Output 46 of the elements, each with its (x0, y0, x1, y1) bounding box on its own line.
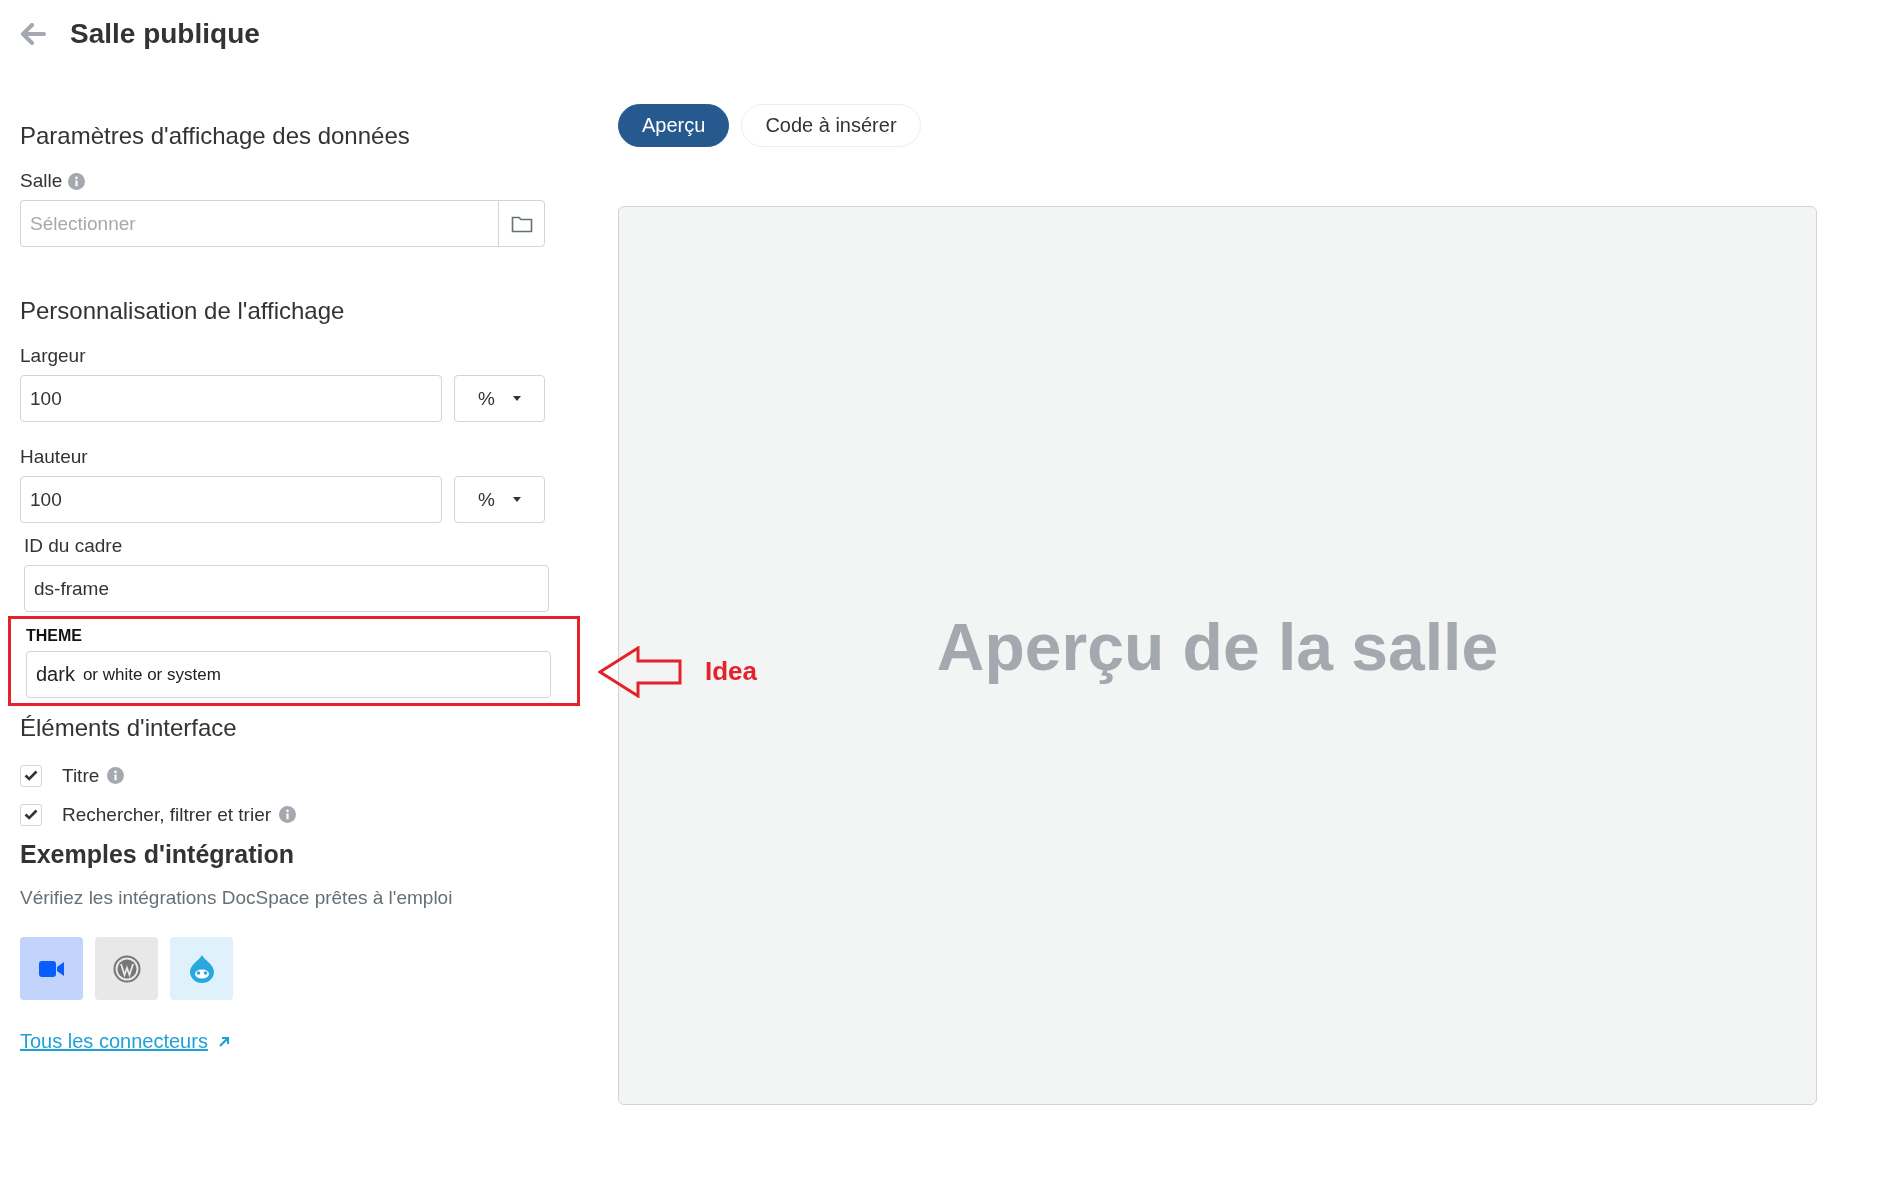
field-label: Largeur (20, 345, 87, 367)
size-input[interactable]: 100 (20, 476, 442, 523)
tab[interactable]: Aperçu (618, 104, 730, 147)
section-heading: Paramètres d'affichage des données (20, 122, 411, 150)
checkmark-icon (24, 809, 38, 820)
size-input[interactable]: 100 (20, 375, 442, 422)
field-label: Salle (20, 170, 63, 192)
section-heading: Personnalisation de l'affichage (20, 297, 346, 325)
external-link-icon (217, 1035, 230, 1048)
page-title: Salle publique (70, 18, 260, 50)
frame-id-input[interactable]: ds-frame (24, 565, 549, 612)
section-heading: Éléments d'interface (20, 714, 238, 742)
checkbox-label: Titre (62, 764, 100, 787)
theme-hint: or white or system (82, 664, 221, 685)
theme-input[interactable]: dark or white or system (26, 651, 551, 698)
field-label: ID du cadre (24, 535, 124, 557)
caret-icon (512, 396, 521, 401)
room-select-field[interactable]: Sélectionner (20, 200, 498, 247)
checkmark-icon (24, 770, 38, 781)
integration-tile[interactable] (20, 937, 83, 1000)
unit-dropdown[interactable]: % (454, 375, 545, 422)
section-heading: Exemples d'intégration (20, 840, 296, 869)
integration-tile[interactable] (170, 937, 233, 1000)
field-label: Hauteur (20, 446, 89, 468)
info-icon[interactable] (279, 806, 297, 823)
checkbox[interactable] (20, 764, 42, 787)
annotation-note: Idea (705, 656, 758, 687)
unit-dropdown[interactable]: % (454, 476, 545, 523)
folder-button[interactable] (498, 200, 545, 247)
preview-placeholder-text: Aperçu de la salle (936, 608, 1499, 685)
checkbox-label: Rechercher, filtrer et trier (62, 803, 272, 826)
section-description: Vérifiez les intégrations DocSpace prêtes à l'emploi (20, 887, 454, 909)
integration-tile[interactable] (95, 937, 158, 1000)
checkbox[interactable] (20, 803, 42, 826)
theme-label: THEME (26, 627, 83, 645)
info-icon[interactable] (107, 767, 125, 784)
tab[interactable]: Code à insérer (741, 104, 921, 147)
annotation-arrow-icon (598, 646, 682, 698)
back-arrow-icon[interactable] (20, 23, 46, 45)
theme-value: dark (36, 663, 75, 686)
drop-face-icon (188, 953, 215, 984)
info-icon[interactable] (68, 172, 86, 190)
video-camera-icon (38, 960, 65, 977)
wordpress-logo-icon (112, 954, 141, 983)
folder-icon (510, 214, 533, 233)
caret-icon (512, 497, 521, 502)
